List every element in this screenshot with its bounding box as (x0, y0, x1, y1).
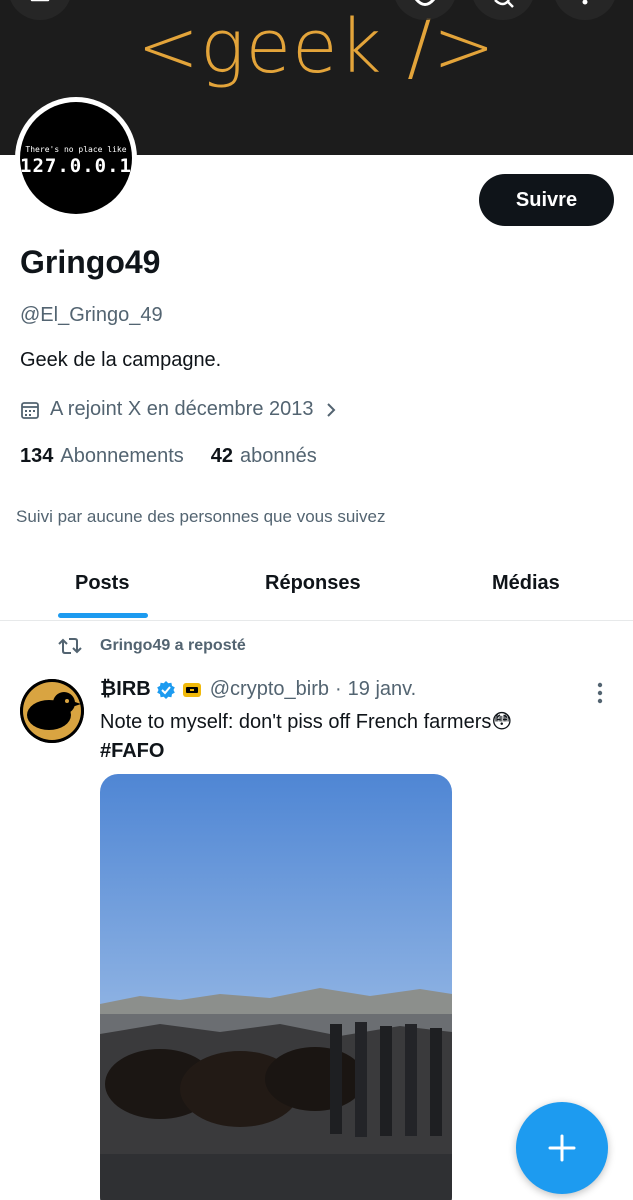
post-author-avatar[interactable] (20, 679, 84, 743)
following-label: Abonnements (60, 445, 184, 467)
post-author-name[interactable]: ₿IRB (100, 678, 151, 701)
repost-indicator[interactable]: Gringo49 a reposté (58, 636, 246, 656)
tab-posts[interactable]: Posts (75, 572, 129, 595)
followers-label: abonnés (240, 445, 317, 467)
avatar-ip-text: 127.0.0.1 (20, 155, 132, 177)
chevron-right-icon (326, 402, 335, 417)
post-author-handle[interactable]: @crypto_birb (210, 678, 329, 701)
avatar-caption: There's no place like (25, 145, 127, 154)
following-count: 134 (20, 445, 54, 467)
post-date[interactable]: 19 janv. (348, 678, 417, 701)
verified-badge-icon[interactable] (156, 680, 176, 700)
follow-stats: 134 Abonnements 42 abonnés (20, 445, 317, 468)
joined-date-row[interactable]: A rejoint X en décembre 2013 (20, 398, 336, 421)
avatar-image: There's no place like 127.0.0.1 (20, 102, 132, 214)
following-link[interactable]: 134 Abonnements (20, 445, 184, 468)
birb-logo-icon (20, 679, 84, 743)
profile-handle: @El_Gringo_49 (20, 304, 163, 326)
profile-bio: Geek de la campagne. (20, 349, 222, 371)
more-vertical-icon (582, 0, 588, 5)
post-text: Note to myself: don't piss off French fa… (100, 708, 600, 766)
active-tab-indicator (58, 613, 148, 618)
calendar-icon (21, 401, 39, 419)
post-hashtag[interactable]: #FAFO (100, 737, 600, 766)
profile-avatar[interactable]: There's no place like 127.0.0.1 (15, 97, 137, 219)
back-icon (30, 0, 50, 2)
post-header: ₿IRB @crypto_birb · 19 janv. (100, 678, 416, 701)
banner-text: <geek /> (137, 4, 496, 90)
post-more-icon[interactable] (592, 680, 608, 706)
followers-link[interactable]: 42 abonnés (211, 445, 317, 468)
post-video[interactable] (100, 774, 452, 1200)
post-body: Note to myself: don't piss off French fa… (100, 711, 513, 733)
repost-label: Gringo49 a reposté (100, 637, 246, 654)
plus-icon (548, 1134, 576, 1162)
tab-media[interactable]: Médias (492, 572, 560, 595)
profile-name: Gringo49 (20, 244, 161, 280)
follow-button[interactable]: Suivre (479, 174, 614, 226)
followers-count: 42 (210, 445, 234, 467)
affiliate-badge-icon[interactable] (182, 681, 202, 699)
grok-icon (414, 0, 436, 6)
compose-post-button[interactable] (516, 1102, 608, 1194)
video-thumbnail (100, 774, 452, 1200)
search-icon (494, 0, 514, 8)
repost-icon (58, 638, 82, 654)
followed-by-text: Suivi par aucune des personnes que vous … (16, 507, 386, 526)
tab-replies[interactable]: Réponses (265, 572, 361, 595)
post-separator: · (335, 678, 342, 700)
profile-tabs: Posts Réponses Médias (0, 560, 633, 621)
joined-date-text: A rejoint X en décembre 2013 (50, 398, 314, 420)
